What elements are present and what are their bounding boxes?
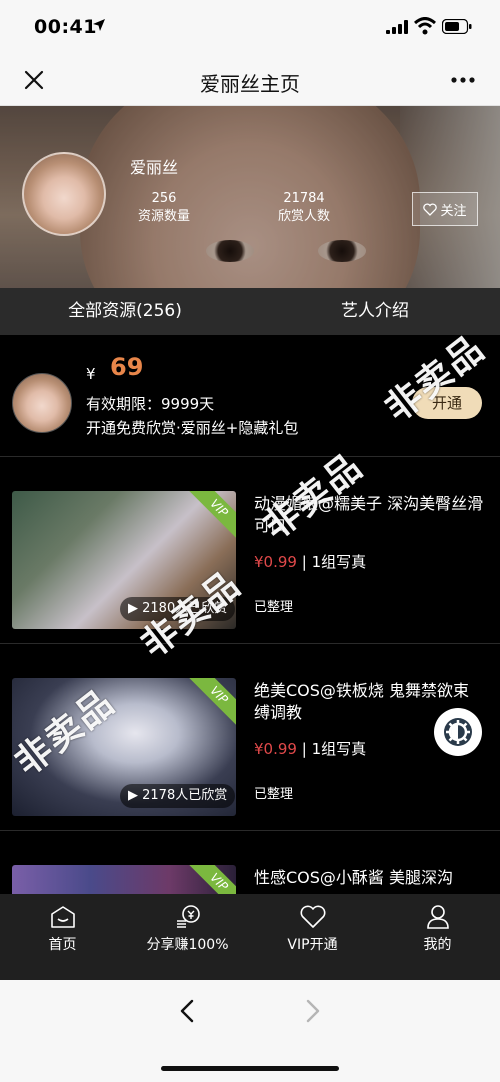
item-set: 1组写真 (311, 553, 367, 571)
open-vip-button[interactable]: 开通 (412, 387, 482, 419)
resources-count: 256 (151, 191, 177, 206)
viewers-stat: 21784 欣赏人数 (264, 190, 344, 226)
page-title: 爱丽丝主页 (200, 72, 300, 96)
tab-home[interactable]: 首页 (0, 894, 125, 980)
vip-offer: ¥ 69 有效期限：9999天 开通免费欣赏·爱丽丝+隐藏礼包 开通 (0, 335, 500, 457)
viewers-count: 21784 (283, 191, 325, 206)
offer-benefit: 开通免费欣赏·爱丽丝+隐藏礼包 (86, 419, 299, 437)
meta-divider: | (301, 553, 312, 571)
heart-outline-icon (423, 202, 438, 216)
page: 00:41 爱丽丝主页 爱丽丝 256 资源数量 21784 欣赏人数 关注 全… (0, 0, 500, 1082)
floating-action-button[interactable] (434, 708, 482, 756)
back-arrow-icon[interactable] (176, 998, 200, 1024)
follow-label: 关注 (440, 203, 467, 219)
forward-arrow-icon[interactable] (300, 998, 324, 1024)
browser-toolbar (0, 980, 500, 1082)
offer-validity: 有效期限：9999天 (86, 395, 215, 413)
item-title: 动漫媚娘@糯美子 深沟美臀丝滑可口 (254, 494, 484, 535)
views-badge: ▶ 2178人已欣赏 (120, 784, 236, 808)
offer-price: 69 (110, 353, 144, 381)
views-badge: ▶ 2180人已欣赏 (120, 597, 236, 621)
meta-divider: | (301, 740, 312, 758)
tab-bar-top: 全部资源(256) 艺人介绍 (0, 288, 500, 335)
gear-icon (444, 718, 472, 746)
more-icon[interactable] (448, 68, 478, 92)
item-status: 已整理 (254, 787, 294, 802)
tab-label: 首页 (48, 937, 77, 953)
viewers-label: 欣赏人数 (277, 209, 330, 224)
list-item[interactable]: VIP ▶ 2178人已欣赏 绝美COS@铁板烧 鬼舞禁欲束缚调教 ¥0.99 … (0, 644, 500, 831)
avatar[interactable] (22, 152, 106, 236)
cell-signal-icon (386, 20, 408, 34)
views-count: 2180人已欣赏 (142, 601, 228, 616)
follow-button[interactable]: 关注 (412, 192, 478, 226)
location-arrow-icon (93, 19, 105, 31)
item-price: ¥0.99 (254, 553, 297, 571)
item-title: 性感COS@小酥酱 美腿深沟 (254, 868, 454, 887)
bottom-tab-bar: 首页 分享赚100% VIP开通 我的 (0, 894, 500, 980)
item-thumbnail[interactable]: VIP ▶ 2180人已欣赏 (12, 491, 236, 629)
share-money-icon (176, 905, 200, 928)
item-meta: ¥0.99 | 1组写真 (254, 738, 366, 759)
item-price: ¥0.99 (254, 740, 297, 758)
heart-icon (300, 905, 325, 928)
home-icon (50, 906, 75, 928)
profile-name: 爱丽丝 (130, 158, 179, 177)
tab-mine[interactable]: 我的 (375, 894, 500, 980)
play-icon: ▶ (128, 788, 138, 803)
tab-label: 我的 (423, 937, 452, 953)
status-time: 00:41 (34, 16, 97, 38)
nav-bar: 爱丽丝主页 (0, 56, 500, 106)
battery-icon (442, 19, 472, 34)
list-item[interactable]: VIP ▶ 2180人已欣赏 动漫媚娘@糯美子 深沟美臀丝滑可口 ¥0.99 |… (0, 457, 500, 644)
item-status: 已整理 (254, 600, 294, 615)
tab-vip[interactable]: VIP开通 (250, 894, 375, 980)
tab-share[interactable]: 分享赚100% (125, 894, 250, 980)
resources-stat: 256 资源数量 (124, 190, 204, 226)
wifi-icon (414, 17, 436, 35)
tab-all-resources[interactable]: 全部资源(256) (0, 288, 250, 335)
item-meta: ¥0.99 | 1组写真 (254, 551, 366, 572)
tab-artist-intro[interactable]: 艺人介绍 (250, 288, 500, 335)
play-icon: ▶ (128, 601, 138, 616)
status-bar: 00:41 (0, 0, 500, 56)
currency-symbol: ¥ (86, 365, 96, 383)
views-count: 2178人已欣赏 (142, 788, 228, 803)
vip-tag: VIP (187, 491, 236, 540)
vip-tag: VIP (187, 678, 236, 727)
tab-label: VIP开通 (287, 937, 338, 953)
tab-label: 分享赚100% (146, 937, 229, 953)
item-thumbnail[interactable]: VIP ▶ 2178人已欣赏 (12, 678, 236, 816)
home-indicator (161, 1066, 339, 1071)
user-icon (426, 905, 449, 929)
resources-label: 资源数量 (137, 209, 190, 224)
item-set: 1组写真 (311, 740, 367, 758)
offer-avatar (12, 373, 72, 433)
